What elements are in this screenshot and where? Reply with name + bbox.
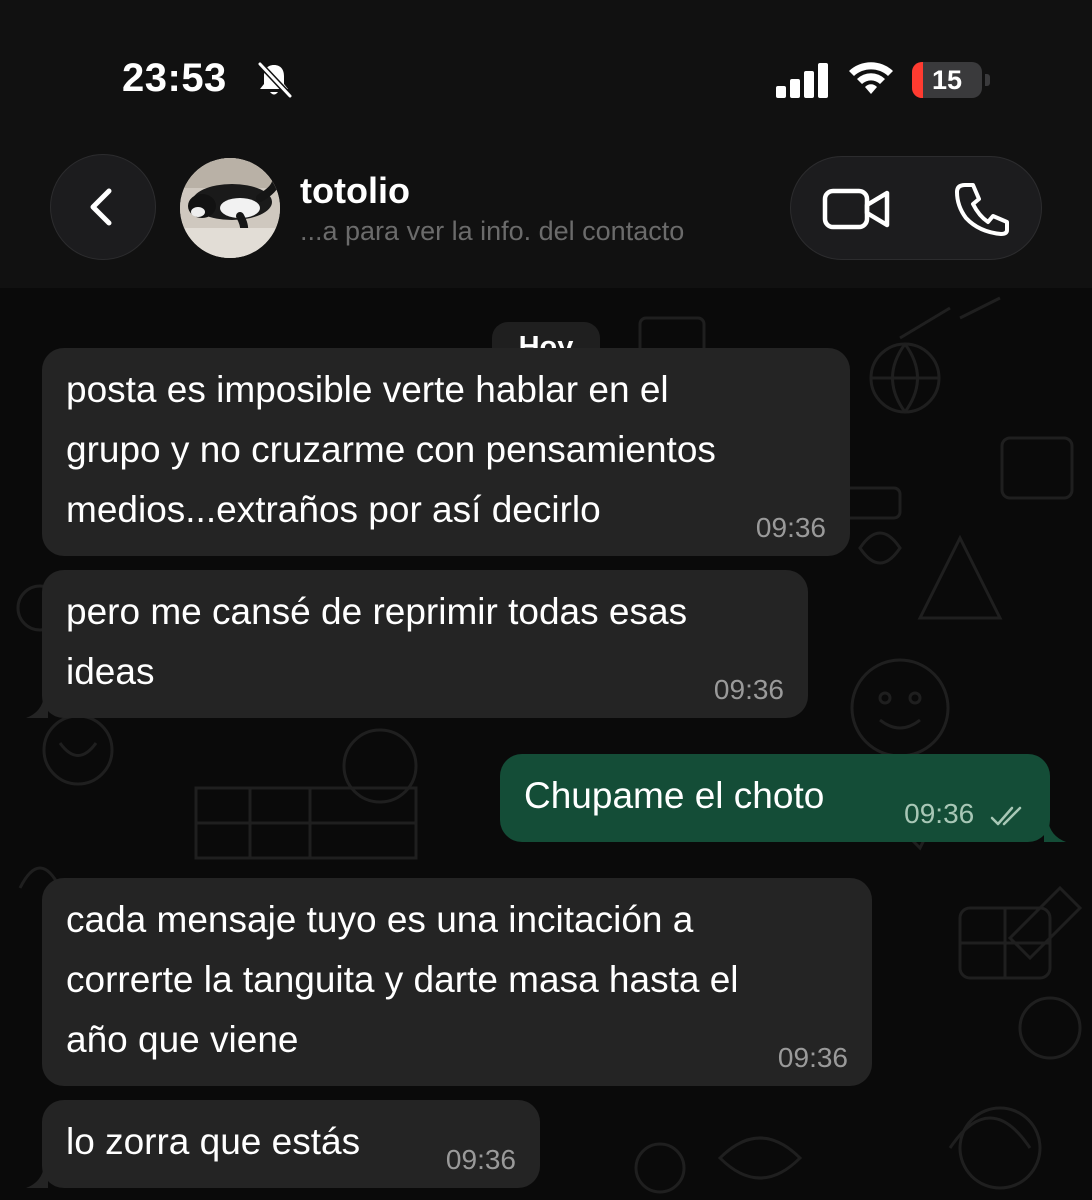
message-bubble-incoming[interactable]: pero me cansé de reprimir todas esas ide…: [42, 570, 808, 718]
message-bubble-outgoing[interactable]: Chupame el choto 09:36: [500, 754, 1050, 842]
bubble-tail-incoming: [26, 1166, 48, 1188]
battery-cap: [985, 74, 990, 86]
message-bubble-incoming[interactable]: posta es imposible verte hablar en el gr…: [42, 348, 850, 556]
whatsapp-chat-screen: 23:53 15 totolio ...a para ver la info. …: [0, 0, 1092, 1200]
message-time: 09:36: [445, 1144, 516, 1175]
battery-indicator: 15: [912, 62, 992, 98]
video-camera-icon[interactable]: [821, 183, 893, 235]
message-bubble-incoming[interactable]: cada mensaje tuyo es una incitación a co…: [42, 878, 872, 1086]
bubble-tail-outgoing: [1044, 820, 1066, 842]
message-time: 09:36: [904, 798, 975, 829]
status-bar: 23:53 15: [0, 0, 1092, 150]
chat-header: totolio ...a para ver la info. del conta…: [0, 150, 1092, 288]
message-time-row: 09:36: [904, 798, 1028, 830]
message-time: 09:36: [755, 512, 826, 543]
phone-icon[interactable]: [953, 181, 1011, 237]
status-time: 23:53: [122, 56, 227, 100]
contact-name[interactable]: totolio: [300, 170, 410, 212]
message-text: posta es imposible verte hablar en el gr…: [66, 369, 716, 530]
bell-off-icon: [257, 61, 293, 99]
message-bubble-incoming[interactable]: lo zorra que estás 09:36: [42, 1100, 540, 1188]
message-text: cada mensaje tuyo es una incitación a co…: [66, 899, 739, 1060]
cat-photo: [180, 158, 280, 258]
bubble-tail-incoming: [26, 696, 48, 718]
back-chevron-icon: [90, 188, 112, 226]
battery-level: 15: [931, 65, 963, 95]
battery-icon: 15: [912, 62, 982, 98]
contact-subtitle[interactable]: ...a para ver la info. del contacto: [300, 216, 684, 247]
message-text: pero me cansé de reprimir todas esas ide…: [66, 591, 688, 692]
call-buttons: [790, 156, 1042, 260]
back-button[interactable]: [50, 154, 156, 260]
message-time: 09:36: [777, 1042, 848, 1073]
double-check-icon: [990, 806, 1022, 825]
wifi-icon: [849, 62, 893, 94]
message-time: 09:36: [713, 674, 784, 705]
signal-icon: [776, 63, 828, 98]
chat-area[interactable]: Hoy posta es imposible verte hablar en e…: [0, 288, 1092, 1200]
contact-avatar[interactable]: [180, 158, 280, 258]
